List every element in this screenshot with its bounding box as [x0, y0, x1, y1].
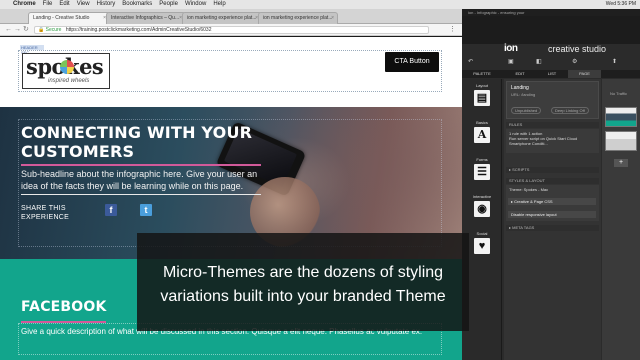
palette-label: Forms — [476, 157, 488, 162]
hero-title-underline — [21, 164, 261, 166]
logo-tagline: inspired wheels — [48, 78, 90, 84]
page-thumbnail[interactable] — [605, 131, 637, 151]
styles-header[interactable]: STYLES & LAYOUT — [506, 178, 599, 184]
menu-bookmarks[interactable]: Bookmarks — [122, 0, 152, 9]
browser-tabbar: Landing - Creative Studio × Interactive I… — [0, 9, 462, 24]
responsive-toggle-button[interactable]: Disable responsive layout — [508, 211, 596, 218]
form-icon: ☰ — [474, 164, 490, 180]
save-icon[interactable]: ▣ — [508, 58, 514, 65]
menu-edit[interactable]: Edit — [59, 0, 69, 9]
page-properties: Landing URL: /landing Unpublished Deep L… — [504, 79, 601, 360]
back-icon[interactable]: ← — [5, 25, 12, 35]
layout-icon: ▤ — [474, 90, 490, 106]
share-label: SHARE THIS EXPERIENCE — [21, 205, 70, 221]
caption-text: Micro-Themes are the dozens of styling v… — [160, 264, 446, 305]
logo-wheel-icon — [60, 60, 74, 74]
page-thumbnail[interactable] — [605, 107, 637, 127]
tab-label: ion marketing experience plat... — [263, 15, 333, 21]
social-icon: ♥ — [474, 238, 490, 254]
preview-icon[interactable]: ◧ — [536, 58, 542, 65]
forward-icon[interactable]: → — [14, 25, 21, 35]
screen: Chrome File Edit View History Bookmarks … — [0, 0, 640, 360]
palette-social[interactable]: Social ♥ — [466, 231, 498, 254]
menubar-clock: Wed 5:36 PM — [605, 1, 636, 7]
meta-tags-header[interactable]: ▸ META TAGS — [506, 225, 599, 231]
tab-landing[interactable]: Landing - Creative Studio × — [28, 12, 110, 24]
palette-label: Interactive — [472, 194, 492, 199]
page-name: Landing — [511, 85, 529, 91]
deep-linking-pill[interactable]: Deep Linking Off — [551, 107, 589, 114]
hero-sub-underline — [21, 194, 261, 195]
twitter-icon[interactable]: t — [140, 204, 152, 216]
logo[interactable]: spokes inspired wheels — [22, 53, 110, 89]
panel-tabs: PALETTE EDIT LIST PAGE — [462, 70, 640, 78]
tab-list[interactable]: LIST — [536, 70, 568, 78]
palette-layout[interactable]: Layout ▤ — [466, 83, 498, 106]
tab-page[interactable]: PAGE — [568, 70, 601, 78]
menu-history[interactable]: History — [97, 0, 116, 9]
palette-basics[interactable]: Basics A — [466, 120, 498, 143]
url-text: https://training.postclickmarketing.com/… — [65, 27, 212, 33]
address-bar: ← → ↻ 🔒 Secure https://training.postclic… — [0, 24, 462, 36]
publish-status-pill[interactable]: Unpublished — [511, 107, 542, 114]
tab-label: Interactive Infographics – Qu... — [111, 15, 180, 21]
tab-ion-2[interactable]: ion marketing experience plat... × — [258, 12, 338, 24]
palette-interactive[interactable]: Interactive ◉ — [466, 194, 498, 217]
menu-chrome[interactable]: Chrome — [13, 0, 36, 9]
tab-ion-1[interactable]: ion marketing experience plat... × — [182, 12, 262, 24]
palette-label: Social — [476, 231, 488, 236]
rules-body[interactable]: 1 rule with 1 action Run server script o… — [506, 129, 599, 153]
section-title[interactable]: FACEBOOK — [21, 299, 107, 315]
secure-label: Secure — [45, 27, 62, 33]
settings-icon[interactable]: ⚙ — [572, 58, 577, 65]
menu-help[interactable]: Help — [213, 0, 225, 9]
panel-window-title: ion - Infographic - ensuring your — [462, 9, 640, 16]
url-input[interactable]: 🔒 Secure https://training.postclickmarke… — [34, 26, 429, 34]
facebook-icon[interactable]: f — [105, 204, 117, 216]
publish-icon[interactable]: ⬆ — [612, 58, 617, 65]
more-icon[interactable]: ⋮ — [449, 25, 456, 35]
palette-label: Basics — [476, 120, 488, 125]
page-url: URL: /landing — [511, 92, 536, 97]
header-section[interactable]: HEADER SEC spokes inspired wheels CTA Bu… — [0, 37, 462, 107]
studio-title: creative studio — [548, 44, 607, 54]
mac-menubar: Chrome File Edit View History Bookmarks … — [0, 0, 640, 9]
tab-palette[interactable]: PALETTE — [462, 70, 502, 78]
page-thumbnails: No Traffic + — [602, 79, 640, 360]
close-icon[interactable]: × — [331, 13, 334, 24]
undo-icon[interactable]: ↶ — [468, 58, 473, 65]
tab-infographics[interactable]: Interactive Infographics – Qu... × — [106, 12, 186, 24]
cta-button[interactable]: CTA Button — [385, 52, 439, 72]
page-card[interactable]: Landing URL: /landing Unpublished Deep L… — [506, 81, 599, 119]
theme-name: Theme: Spokes - Mac — [509, 187, 549, 192]
menu-people[interactable]: People — [159, 0, 178, 9]
panel-header — [462, 16, 640, 44]
menu-file[interactable]: File — [43, 0, 53, 9]
add-page-button[interactable]: + — [614, 159, 628, 167]
scripts-header[interactable]: ▸ SCRIPTS — [506, 167, 599, 173]
ion-logo: ion — [504, 43, 518, 54]
interactive-icon: ◉ — [474, 201, 490, 217]
rules-header[interactable]: RULES — [506, 122, 599, 128]
traffic-label: No Traffic — [610, 91, 628, 96]
text-icon: A — [474, 127, 490, 143]
video-caption-overlay: Micro-Themes are the dozens of styling v… — [137, 233, 469, 331]
tab-label: Landing - Creative Studio — [33, 15, 90, 21]
creative-css-button[interactable]: ▸ Creative & Page CSS — [508, 198, 596, 205]
hero-title[interactable]: CONNECTING WITH YOUR CUSTOMERS — [21, 123, 271, 161]
rules-action: Run server script on Quick Start Cloud S… — [509, 136, 578, 146]
palette-label: Layout — [475, 83, 488, 88]
creative-studio-panel: ion - Infographic - ensuring your ion cr… — [462, 9, 640, 360]
tab-label: ion marketing experience plat... — [187, 15, 257, 21]
lock-icon: 🔒 — [38, 27, 45, 33]
reload-icon[interactable]: ↻ — [23, 25, 29, 35]
palette-forms[interactable]: Forms ☰ — [466, 157, 498, 180]
menu-view[interactable]: View — [77, 0, 90, 9]
menu-window[interactable]: Window — [185, 0, 206, 9]
hero-subheadline[interactable]: Sub-headline about the infographic here.… — [21, 168, 261, 192]
tab-edit[interactable]: EDIT — [504, 70, 536, 78]
